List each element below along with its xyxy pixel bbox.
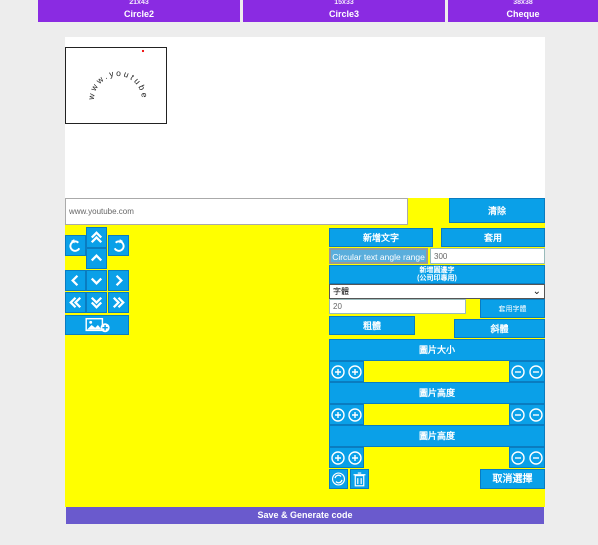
template-tab-bar: 21x43 Circle2 15x33 Circle3 38x38 Cheque [0,0,598,22]
add-image-icon [85,317,110,333]
italic-button[interactable]: 斜體 [454,319,545,338]
add-icon[interactable] [331,408,345,422]
tab-cheque[interactable]: 38x38 Cheque [448,0,598,22]
chevron-down-icon: ⌄ [532,286,541,297]
circular-angle-button[interactable]: Circular text angle range [329,248,428,264]
double-chevron-right-icon [112,296,125,309]
move-right-fast-button[interactable] [108,292,129,313]
double-chevron-left-icon [69,296,82,309]
minus-icon[interactable] [511,365,525,379]
chevron-down-icon [90,277,103,285]
chevron-up-icon [90,254,103,262]
delete-button[interactable] [350,469,369,489]
image-size-header: 圖片大小 [329,339,545,361]
minus-icon[interactable] [511,408,525,422]
add-circle-text-label: 新增圓邊字 [419,267,455,274]
add-circle-text-button[interactable]: 新增圓邊字 (公司印專用) [329,265,545,284]
move-up-fast-button[interactable] [86,227,107,248]
tab-size-label: 21x43 [129,0,149,6]
double-chevron-down-icon [90,296,103,309]
angle-range-input[interactable] [430,248,545,264]
add-image-button[interactable] [65,315,129,335]
minus-icon[interactable] [529,408,543,422]
anchor-dot [141,49,145,53]
trash-icon [353,472,366,487]
minus-icon[interactable] [529,365,543,379]
add-icon[interactable] [348,408,362,422]
tab-label: Circle3 [328,9,360,19]
font-select[interactable]: 字體 ⌄ [329,284,545,299]
move-right-button[interactable] [108,270,129,291]
image-height-header: 圖片高度 [329,382,545,404]
svg-text:www.youtube.com: www.youtube.com [66,48,150,101]
apply-button[interactable]: 套用 [441,228,545,247]
move-left-fast-button[interactable] [65,292,86,313]
add-icon[interactable] [348,365,362,379]
add-icon[interactable] [348,451,362,465]
rotate-right-button[interactable] [108,235,129,256]
minus-icon[interactable] [529,451,543,465]
move-left-button[interactable] [65,270,86,291]
tab-circle2[interactable]: 21x43 Circle2 [38,0,240,22]
add-circle-text-sublabel: (公司印專用) [417,275,457,282]
tab-size-label: 15x33 [334,0,354,6]
stamp-arc-text: www.youtube.com [61,40,150,101]
tab-label: Circle2 [123,9,155,19]
double-chevron-up-icon [90,231,103,244]
bold-button[interactable]: 粗體 [329,316,415,335]
add-text-button[interactable]: 新增文字 [329,228,433,247]
chevron-right-icon [115,274,123,287]
move-up-button[interactable] [86,248,107,269]
minus-icon[interactable] [511,451,525,465]
rotate-right-icon [113,239,125,252]
zoom-in-icon[interactable] [331,365,345,379]
rotate-left-button[interactable] [65,235,86,256]
text-input[interactable] [65,198,408,225]
stamp-preview[interactable]: www.youtube.com [61,40,167,124]
image-height-header-2: 圖片高度 [329,425,545,447]
rotate-left-icon [69,239,81,252]
clear-button[interactable]: 清除 [449,198,545,223]
font-size-input[interactable] [329,299,466,314]
tab-size-label: 38x38 [513,0,533,6]
font-select-value: 字體 [333,287,349,296]
refresh-icon [331,472,346,486]
apply-font-button[interactable]: 套用字體 [480,299,545,318]
move-down-button[interactable] [86,270,107,291]
cancel-select-button[interactable]: 取消選擇 [480,469,545,489]
chevron-left-icon [71,274,79,287]
move-down-fast-button[interactable] [86,292,107,313]
tab-label: Cheque [506,9,540,19]
save-generate-button[interactable]: Save & Generate code [66,507,544,524]
tab-circle3[interactable]: 15x33 Circle3 [243,0,445,22]
refresh-button[interactable] [329,469,348,489]
add-icon[interactable] [331,451,345,465]
